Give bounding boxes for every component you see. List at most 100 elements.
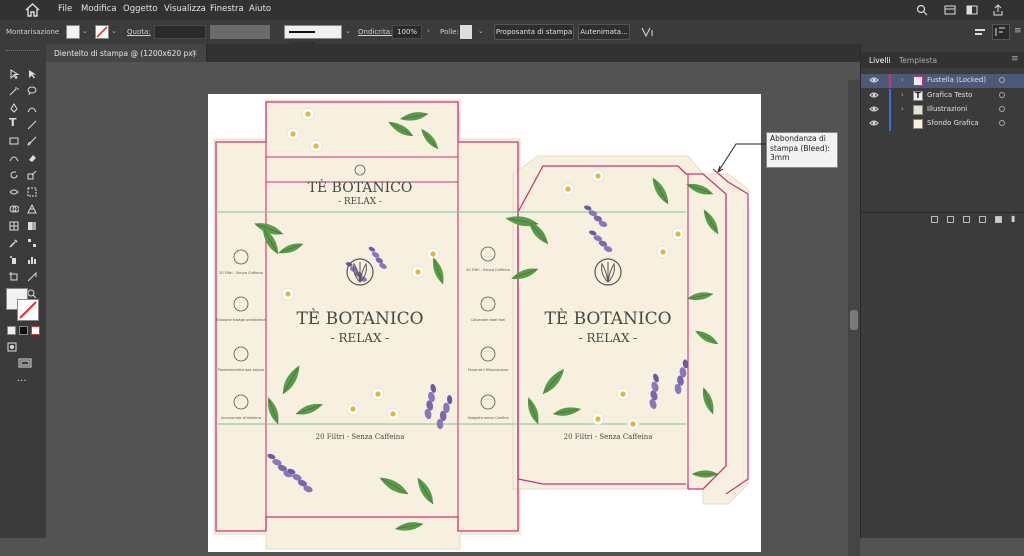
menu-modifica[interactable]: Modifica xyxy=(81,4,117,14)
perspective-grid-tool-icon[interactable] xyxy=(27,204,37,214)
rotate-tool-icon[interactable] xyxy=(9,170,19,180)
new-sublayer-icon[interactable] xyxy=(979,216,986,223)
artboard[interactable]: TÈ BOTANICO - RELAX - TÈ BOTANICO - RELA… xyxy=(208,94,761,552)
gradient-tool-icon[interactable] xyxy=(27,221,37,231)
eyedropper-tool-icon[interactable] xyxy=(9,238,19,248)
none-mode-button[interactable] xyxy=(31,326,40,335)
fill-swatch[interactable] xyxy=(66,25,80,39)
share-icon[interactable] xyxy=(992,4,1004,16)
menu-finestra[interactable]: Finestra xyxy=(210,4,244,14)
line-tool-icon[interactable] xyxy=(27,120,37,130)
clipping-mask-icon[interactable] xyxy=(963,216,970,223)
search-icon[interactable] xyxy=(916,4,928,16)
target-icon[interactable] xyxy=(999,92,1005,98)
blend-tool-icon[interactable] xyxy=(27,238,37,248)
draw-mode-icon[interactable] xyxy=(7,342,17,352)
puppet-warp-icon[interactable] xyxy=(640,26,658,38)
layer-row[interactable]: › T Grafica Testo xyxy=(861,89,1024,103)
lasso-tool-icon[interactable] xyxy=(27,86,37,96)
chevron-right-icon[interactable]: › xyxy=(901,76,904,84)
chevron-right-icon[interactable]: › xyxy=(427,27,430,35)
stroke-style-select[interactable]: Lergste xyxy=(284,25,342,48)
chevron-down-icon[interactable]: ⌄ xyxy=(82,27,88,35)
layer-row[interactable]: › Illustrazioni xyxy=(861,103,1024,117)
selection-tool-icon[interactable] xyxy=(9,69,19,79)
print-setup-button[interactable]: Proposanta di stampa xyxy=(494,24,574,40)
shaper-tool-icon[interactable] xyxy=(9,153,19,163)
screen-mode-icon[interactable] xyxy=(18,358,32,368)
mesh-tool-icon[interactable] xyxy=(9,221,19,231)
paintbrush-tool-icon[interactable] xyxy=(27,136,37,146)
properties-toggle[interactable] xyxy=(992,24,1010,40)
stroke-swatch[interactable] xyxy=(95,25,109,39)
scrollbar-thumb[interactable] xyxy=(850,310,858,330)
eye-icon[interactable] xyxy=(869,91,879,99)
symbol-sprayer-tool-icon[interactable] xyxy=(9,255,19,265)
zoom-tool-icon[interactable] xyxy=(27,289,37,299)
menu-file[interactable]: File xyxy=(58,4,72,14)
style-swatch[interactable] xyxy=(460,25,472,39)
mode-label: Montarisazione xyxy=(6,28,60,36)
close-icon[interactable]: × xyxy=(191,48,198,57)
target-icon[interactable] xyxy=(999,77,1005,83)
chevron-down-icon[interactable]: ⌄ xyxy=(345,27,351,35)
variable-width-dropdown[interactable] xyxy=(210,25,270,39)
locate-object-icon[interactable] xyxy=(947,216,954,223)
auto-button[interactable]: Autenimata... xyxy=(578,24,630,40)
document-tab[interactable]: Dientelto di stampa @ (1200x620 px) × xyxy=(46,44,207,62)
toolbar-grip[interactable] xyxy=(6,50,40,53)
menu-aiuto[interactable]: Aiuto xyxy=(249,4,271,14)
document-window: Dientelto di stampa @ (1200x620 px) × TÈ… xyxy=(46,44,860,556)
tab-layers[interactable]: Livelli xyxy=(869,56,891,65)
rectangle-tool-icon[interactable] xyxy=(9,136,19,146)
align-icon[interactable] xyxy=(974,26,986,38)
target-icon[interactable] xyxy=(999,106,1005,112)
control-bar: Montarisazione ⌄ ⌄ Quota: Lergste ⌄ Ondi… xyxy=(0,20,1024,48)
eye-icon[interactable] xyxy=(869,119,879,127)
layer-row[interactable]: › Fustella (Locked) xyxy=(861,74,1024,88)
eye-icon[interactable] xyxy=(869,105,879,113)
target-icon[interactable] xyxy=(999,120,1005,126)
more-tools-icon[interactable]: ··· xyxy=(17,376,27,387)
quota-input[interactable] xyxy=(154,25,206,39)
slice-tool-icon[interactable] xyxy=(27,272,37,282)
eye-icon[interactable] xyxy=(869,76,879,84)
trash-icon[interactable]: ▮ xyxy=(1011,215,1018,223)
vertical-scrollbar[interactable] xyxy=(848,80,860,556)
gradient-mode-button[interactable] xyxy=(19,326,28,335)
free-transform-tool-icon[interactable] xyxy=(27,187,37,197)
chevron-right-icon[interactable]: › xyxy=(901,105,904,113)
magic-wand-tool-icon[interactable] xyxy=(9,86,19,96)
eraser-tool-icon[interactable] xyxy=(27,153,37,163)
opacity-input[interactable]: 100% xyxy=(392,25,422,39)
width-tool-icon[interactable] xyxy=(9,187,19,197)
type-tool-icon[interactable]: T xyxy=(9,117,19,128)
layer-row[interactable]: Sfondo Grafica xyxy=(861,117,1024,131)
layer-color-bar xyxy=(889,117,891,131)
chevron-right-icon[interactable]: › xyxy=(901,91,904,99)
no-stroke-icon xyxy=(96,26,108,38)
menu-visualizza[interactable]: Visualizza xyxy=(164,4,206,14)
collect-export-icon[interactable] xyxy=(931,216,938,223)
arrange-documents-icon[interactable] xyxy=(944,4,956,16)
workspace-icon[interactable] xyxy=(966,4,978,16)
chevron-down-icon[interactable]: ⌄ xyxy=(111,27,117,35)
direct-selection-tool-icon[interactable] xyxy=(27,69,37,79)
canvas[interactable]: TÈ BOTANICO - RELAX - TÈ BOTANICO - RELA… xyxy=(46,62,860,556)
top-flap-brand: TÈ BOTANICO xyxy=(308,178,413,196)
curvature-tool-icon[interactable] xyxy=(27,103,37,113)
shape-builder-tool-icon[interactable] xyxy=(9,204,19,214)
home-icon[interactable] xyxy=(25,3,40,17)
color-mode-button[interactable] xyxy=(7,326,16,335)
menu-oggetto[interactable]: Oggetto xyxy=(123,4,158,14)
pen-tool-icon[interactable] xyxy=(9,103,19,113)
tab-template[interactable]: Templesta xyxy=(899,56,937,65)
column-graph-tool-icon[interactable] xyxy=(27,255,37,265)
artboard-tool-icon[interactable] xyxy=(9,272,19,282)
stroke-color-box[interactable] xyxy=(17,299,39,321)
chevron-down-icon[interactable]: ⌄ xyxy=(478,27,484,35)
menu-icon[interactable]: ≡ xyxy=(1014,26,1022,36)
scale-tool-icon[interactable] xyxy=(27,170,37,180)
new-layer-icon[interactable] xyxy=(995,216,1002,223)
panel-menu-icon[interactable]: ≡ xyxy=(1011,54,1019,64)
